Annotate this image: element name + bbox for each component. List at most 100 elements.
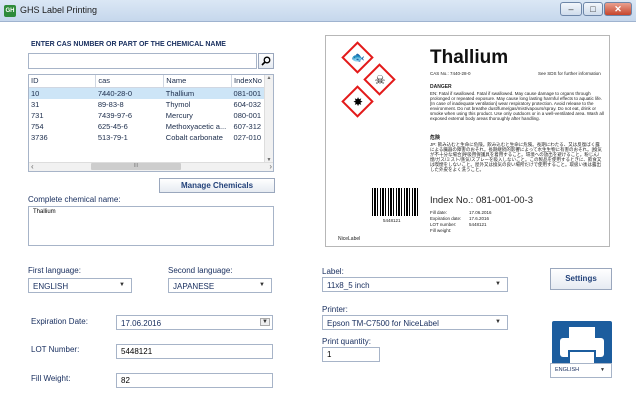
chevron-down-icon: ▼ xyxy=(259,282,265,288)
printer-select-value: Epson TM-C7500 for NiceLabel xyxy=(327,319,439,328)
label-select[interactable]: 11x8_5 inch ▼ xyxy=(322,277,508,292)
close-button[interactable]: ✕ xyxy=(604,2,632,16)
cell-index: 081-001 xyxy=(231,87,265,99)
search-icon xyxy=(261,56,271,66)
second-language-value: JAPANESE xyxy=(173,282,215,291)
lot-number-label: LOT Number: xyxy=(31,345,80,354)
cell-name: Methoxyacetic a... xyxy=(165,121,227,131)
cell-id: 31 xyxy=(31,99,40,109)
table-row[interactable]: 731 7439-97-6 Mercury 080-001 xyxy=(29,110,265,121)
settings-button[interactable]: Settings xyxy=(550,268,612,290)
column-id[interactable]: ID xyxy=(29,75,97,88)
cell-id: 3736 xyxy=(31,132,48,142)
column-cas[interactable]: cas xyxy=(95,75,165,88)
preview-hazard-text-jp: JP: 飲み込むと生命に危険。飲み込むと生命に危険。長期にわたる、又は反復ばく露… xyxy=(430,142,602,172)
cell-cas: 7440-28-0 xyxy=(95,87,164,99)
column-indexno[interactable]: IndexNo xyxy=(231,75,265,88)
maximize-button[interactable]: □ xyxy=(583,2,603,16)
expiration-date-picker[interactable]: 17.06.2016 ▼ xyxy=(116,315,273,330)
preview-product-name: Thallium xyxy=(430,47,509,68)
table-row[interactable]: 10 7440-28-0 Thallium 081-001 xyxy=(29,87,265,99)
preview-brand: NiceLabel xyxy=(338,236,361,242)
preview-signal-word: DANGER xyxy=(430,84,452,90)
chemical-table[interactable]: ID cas Name IndexNo 10 7440-28-0 Thalliu… xyxy=(28,74,274,172)
first-language-value: ENGLISH xyxy=(33,282,69,291)
expiration-date-label: Expiration Date: xyxy=(31,317,88,326)
scroll-up-icon[interactable]: ▲ xyxy=(265,75,273,81)
ui-language-value: ENGLISH xyxy=(555,367,580,373)
window-title: GHS Label Printing xyxy=(20,5,98,15)
ui-language-select[interactable]: ENGLISH ▼ xyxy=(550,363,612,378)
cell-name: Thallium xyxy=(163,87,232,99)
table-vertical-scrollbar[interactable]: ▲ ▼ xyxy=(264,75,273,164)
main-panel: ENTER CAS NUMBER OR PART OF THE CHEMICAL… xyxy=(0,22,636,396)
preview-weight-label: Fill weight: xyxy=(430,228,452,233)
barcode-number: 5448121 xyxy=(383,218,401,223)
cell-name: Cobalt carbonate xyxy=(165,132,223,142)
preview-fill-date: 17.06.2016 xyxy=(469,210,492,215)
cell-index: 027-010 xyxy=(233,132,262,142)
minimize-button[interactable]: – xyxy=(560,2,582,16)
scroll-right-icon[interactable]: › xyxy=(269,162,272,171)
search-input[interactable] xyxy=(28,53,257,69)
label-select-value: 11x8_5 inch xyxy=(327,281,370,290)
preview-expiration-label: Expiration date: xyxy=(430,216,462,221)
preview-sds-note: See SDS for further information xyxy=(538,71,601,76)
scroll-left-icon[interactable]: ‹ xyxy=(31,162,34,171)
search-heading: ENTER CAS NUMBER OR PART OF THE CHEMICAL… xyxy=(31,41,226,48)
chevron-down-icon: ▼ xyxy=(119,282,125,288)
first-language-label: First language: xyxy=(28,266,81,275)
health-hazard-icon: ✸ xyxy=(352,95,364,109)
column-name[interactable]: Name xyxy=(163,75,233,88)
barcode xyxy=(372,188,420,216)
complete-name-label: Complete chemical name: xyxy=(28,195,121,204)
label-preview: 🐟 ☠ ✸ Thallium CAS No.: 7440-28-0 See SD… xyxy=(325,35,610,247)
cell-id: 731 xyxy=(31,110,44,120)
search-button[interactable] xyxy=(258,53,274,69)
table-horizontal-scrollbar[interactable]: ‹ III › xyxy=(29,162,273,171)
preview-lot: 5448121 xyxy=(469,222,487,227)
fill-weight-label: Fill Weight: xyxy=(31,374,71,383)
fill-weight-field[interactable]: 82 xyxy=(116,373,273,388)
printer-select[interactable]: Epson TM-C7500 for NiceLabel ▼ xyxy=(322,315,508,330)
table-header-row: ID cas Name IndexNo xyxy=(29,75,265,88)
lot-number-field[interactable]: 5448121 xyxy=(116,344,273,359)
preview-index-line: Index No.: 081-001-00-3 xyxy=(430,195,533,206)
table-row[interactable]: 754 625-45-6 Methoxyacetic a... 607-312 xyxy=(29,121,265,132)
cell-cas: 625-45-6 xyxy=(97,121,128,131)
complete-name-field[interactable]: Thallium xyxy=(28,206,274,246)
second-language-label: Second language: xyxy=(168,266,233,275)
table-row[interactable]: 3736 513-79-1 Cobalt carbonate 027-010 xyxy=(29,132,265,143)
cell-index: 604-032 xyxy=(233,99,262,109)
title-bar: GH GHS Label Printing – □ ✕ xyxy=(0,0,636,22)
preview-lot-label: LOT number: xyxy=(430,222,457,227)
print-quantity-field[interactable]: 1 xyxy=(322,347,380,362)
cell-index: 080-001 xyxy=(233,110,262,120)
cell-cas: 89-83-8 xyxy=(97,99,124,109)
table-row[interactable]: 31 89-83-8 Thymol 604-032 xyxy=(29,99,265,110)
print-quantity-label: Print quantity: xyxy=(322,337,371,346)
cell-name: Thymol xyxy=(165,99,191,109)
chevron-down-icon: ▼ xyxy=(600,367,605,373)
cell-index: 607-312 xyxy=(233,121,262,131)
chevron-down-icon: ▼ xyxy=(495,281,501,287)
preview-hazard-text-en: EN: Fatal if swallowed. Fatal if swallow… xyxy=(430,91,604,121)
app-icon: GH xyxy=(4,5,16,17)
cell-id: 754 xyxy=(31,121,44,131)
cell-name: Mercury xyxy=(165,110,193,120)
printer-select-label: Printer: xyxy=(322,305,348,314)
preview-fill-date-label: Fill date: xyxy=(430,210,448,215)
label-select-label: Label: xyxy=(322,267,344,276)
cell-id: 10 xyxy=(29,87,96,99)
expiration-date-value: 17.06.2016 xyxy=(121,319,162,328)
preview-cas-line: CAS No.: 7440-28-0 xyxy=(430,71,471,76)
chevron-down-icon: ▼ xyxy=(495,319,501,325)
scroll-thumb[interactable]: III xyxy=(91,163,181,170)
cell-cas: 513-79-1 xyxy=(97,132,128,142)
cell-cas: 7439-97-6 xyxy=(97,110,133,120)
preview-jp-heading: 危険 xyxy=(430,135,441,141)
first-language-select[interactable]: ENGLISH ▼ xyxy=(28,278,132,293)
calendar-dropdown-icon[interactable]: ▼ xyxy=(260,318,270,326)
second-language-select[interactable]: JAPANESE ▼ xyxy=(168,278,272,293)
manage-chemicals-button[interactable]: Manage Chemicals xyxy=(159,178,275,193)
